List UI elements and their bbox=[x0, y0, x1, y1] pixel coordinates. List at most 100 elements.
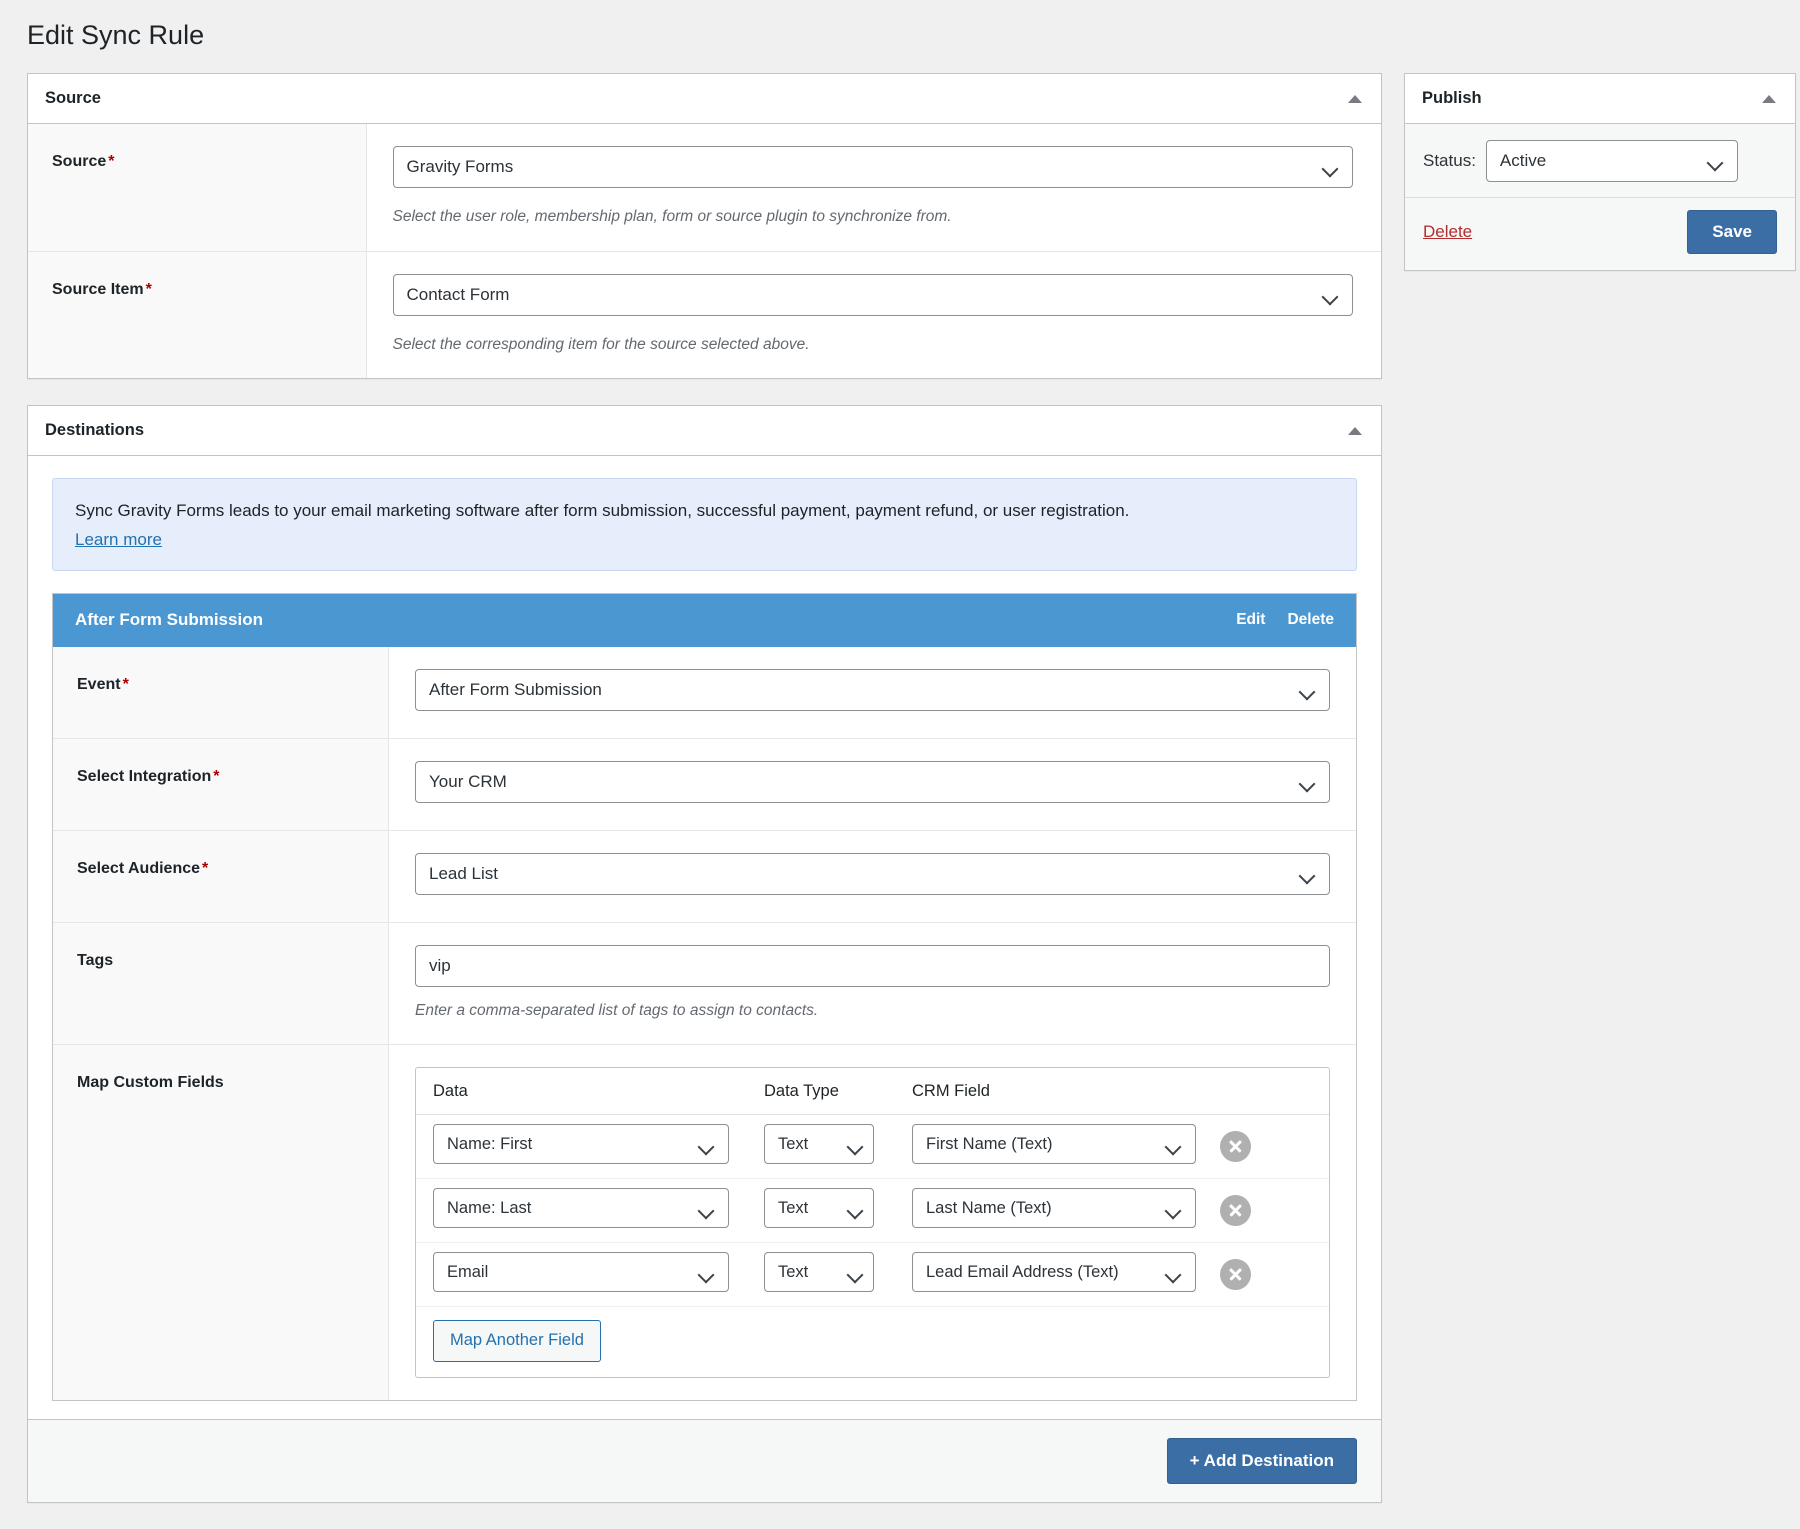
source-panel-header: Source bbox=[28, 74, 1381, 125]
map-field-row: Name: First Text First Name (Text) bbox=[416, 1115, 1329, 1180]
status-label: Status: bbox=[1423, 151, 1476, 171]
map-col-datatype-header: Data Type bbox=[764, 1082, 839, 1101]
destination-card: After Form Submission Edit Delete Event * bbox=[52, 592, 1357, 1401]
map-data-cell: Name: First bbox=[416, 1124, 764, 1169]
remove-circle-icon[interactable] bbox=[1220, 1259, 1251, 1291]
map-crmfield-cell: First Name (Text) bbox=[912, 1124, 1202, 1169]
map-remove-cell bbox=[1202, 1195, 1329, 1227]
side-column: Publish Status: Active Delete Save bbox=[1404, 73, 1796, 297]
map-custom-fields-label: Map Custom Fields bbox=[53, 1044, 389, 1400]
map-crmfield-select[interactable]: First Name (Text) bbox=[912, 1124, 1196, 1165]
info-notice-text: Sync Gravity Forms leads to your email m… bbox=[75, 501, 1130, 521]
caret-up-icon[interactable] bbox=[1345, 89, 1365, 109]
audience-field-cell: Lead List bbox=[388, 830, 1356, 923]
required-marker: * bbox=[145, 280, 152, 298]
status-select[interactable]: Active bbox=[1485, 140, 1738, 183]
source-label: Source * bbox=[28, 124, 367, 252]
map-field-row: Email Text Lead Email Address (Text) bbox=[416, 1243, 1329, 1308]
source-panel: Source Source * Gravity Forms Select the … bbox=[27, 73, 1382, 380]
source-field-cell: Gravity Forms Select the user role, memb… bbox=[366, 124, 1381, 252]
map-data-select[interactable]: Name: First bbox=[433, 1124, 729, 1165]
map-datatype-select[interactable]: Text bbox=[764, 1124, 874, 1165]
destinations-panel-header: Destinations bbox=[28, 406, 1381, 457]
tags-label-text: Tags bbox=[77, 951, 114, 969]
source-select[interactable]: Gravity Forms bbox=[392, 146, 1353, 189]
map-fields-table: Data Data Type CRM Field Name: First Tex… bbox=[415, 1067, 1330, 1378]
map-crmfield-cell: Last Name (Text) bbox=[912, 1188, 1202, 1233]
audience-label: Select Audience * bbox=[53, 830, 389, 923]
map-data-select[interactable]: Email bbox=[433, 1252, 729, 1293]
edit-sync-rule-page: Edit Sync Rule Source Source * Gravity Fo… bbox=[0, 0, 1800, 1503]
integration-label-text: Select Integration bbox=[77, 767, 212, 785]
event-label-text: Event bbox=[77, 675, 121, 693]
map-custom-fields-label-text: Map Custom Fields bbox=[77, 1074, 224, 1092]
info-notice: Sync Gravity Forms leads to your email m… bbox=[52, 478, 1357, 571]
event-select[interactable]: After Form Submission bbox=[415, 668, 1330, 711]
source-item-row: Source Item * Contact Form Select the cor… bbox=[28, 251, 1381, 379]
source-item-description: Select the corresponding item for the so… bbox=[392, 335, 810, 353]
event-label: Event * bbox=[53, 646, 389, 739]
map-crmfield-select[interactable]: Last Name (Text) bbox=[912, 1188, 1196, 1229]
page-columns: Source Source * Gravity Forms Select the … bbox=[0, 73, 1800, 1529]
source-row: Source * Gravity Forms Select the user ro… bbox=[28, 124, 1381, 252]
publish-panel-header: Publish bbox=[1405, 74, 1795, 125]
source-label-text: Source bbox=[52, 153, 107, 171]
map-datatype-select[interactable]: Text bbox=[764, 1252, 874, 1293]
caret-up-icon[interactable] bbox=[1345, 421, 1365, 441]
audience-select[interactable]: Lead List bbox=[415, 852, 1330, 895]
destinations-panel-footer: + Add Destination bbox=[28, 1418, 1381, 1502]
source-item-label: Source Item * bbox=[28, 251, 367, 379]
destination-card-header: After Form Submission Edit Delete bbox=[53, 593, 1356, 647]
integration-field-cell: Your CRM bbox=[388, 738, 1356, 831]
remove-circle-icon[interactable] bbox=[1220, 1195, 1251, 1227]
destinations-panel: Destinations Sync Gravity Forms leads to… bbox=[27, 405, 1382, 1503]
caret-up-icon[interactable] bbox=[1759, 89, 1779, 109]
integration-row: Select Integration * Your CRM bbox=[53, 738, 1356, 831]
source-item-select[interactable]: Contact Form bbox=[392, 273, 1353, 316]
map-col-data-header: Data bbox=[433, 1082, 468, 1101]
map-another-field-button[interactable]: Map Another Field bbox=[433, 1320, 601, 1362]
main-column: Source Source * Gravity Forms Select the … bbox=[27, 73, 1382, 1529]
destination-title: After Form Submission bbox=[75, 609, 263, 629]
map-datatype-cell: Text bbox=[764, 1252, 912, 1297]
tags-input[interactable] bbox=[415, 944, 1330, 987]
source-item-label-text: Source Item bbox=[52, 280, 144, 298]
map-remove-cell bbox=[1202, 1259, 1329, 1291]
delete-link[interactable]: Delete bbox=[1423, 222, 1472, 242]
integration-select[interactable]: Your CRM bbox=[415, 760, 1330, 803]
publish-panel-title: Publish bbox=[1422, 89, 1482, 108]
source-item-field-cell: Contact Form Select the corresponding it… bbox=[366, 251, 1381, 379]
map-remove-cell bbox=[1202, 1131, 1329, 1163]
map-crmfield-select[interactable]: Lead Email Address (Text) bbox=[912, 1252, 1196, 1293]
audience-label-text: Select Audience bbox=[77, 859, 201, 877]
required-marker: * bbox=[108, 153, 115, 171]
save-button[interactable]: Save bbox=[1687, 210, 1777, 255]
required-marker: * bbox=[122, 675, 129, 693]
status-row: Status: Active bbox=[1405, 124, 1795, 197]
learn-more-link[interactable]: Learn more bbox=[75, 530, 162, 550]
map-crmfield-cell: Lead Email Address (Text) bbox=[912, 1252, 1202, 1297]
map-data-cell: Name: Last bbox=[416, 1188, 764, 1233]
destination-edit-link[interactable]: Edit bbox=[1236, 611, 1265, 629]
remove-circle-icon[interactable] bbox=[1220, 1131, 1251, 1163]
destinations-panel-body: Sync Gravity Forms leads to your email m… bbox=[28, 456, 1381, 1419]
add-destination-button[interactable]: + Add Destination bbox=[1166, 1437, 1357, 1484]
map-datatype-cell: Text bbox=[764, 1124, 912, 1169]
destination-actions: Edit Delete bbox=[1236, 611, 1334, 629]
source-form-table: Source * Gravity Forms Select the user ro… bbox=[28, 124, 1381, 379]
integration-label: Select Integration * bbox=[53, 738, 389, 831]
publish-panel-body: Status: Active Delete Save bbox=[1405, 124, 1795, 271]
map-field-row: Name: Last Text Last Name (Text) bbox=[416, 1179, 1329, 1244]
map-data-select[interactable]: Name: Last bbox=[433, 1188, 729, 1229]
destination-delete-link[interactable]: Delete bbox=[1287, 611, 1334, 629]
tags-label: Tags bbox=[53, 922, 389, 1045]
page-title: Edit Sync Rule bbox=[27, 20, 205, 50]
map-datatype-cell: Text bbox=[764, 1188, 912, 1233]
map-datatype-select[interactable]: Text bbox=[764, 1188, 874, 1229]
event-row: Event * After Form Submission bbox=[53, 646, 1356, 739]
map-custom-fields-cell: Data Data Type CRM Field Name: First Tex… bbox=[388, 1044, 1356, 1400]
map-fields-footer: Map Another Field bbox=[416, 1307, 1329, 1376]
required-marker: * bbox=[202, 859, 209, 877]
source-panel-title: Source bbox=[45, 89, 101, 108]
map-col-crmfield-header: CRM Field bbox=[912, 1082, 990, 1101]
